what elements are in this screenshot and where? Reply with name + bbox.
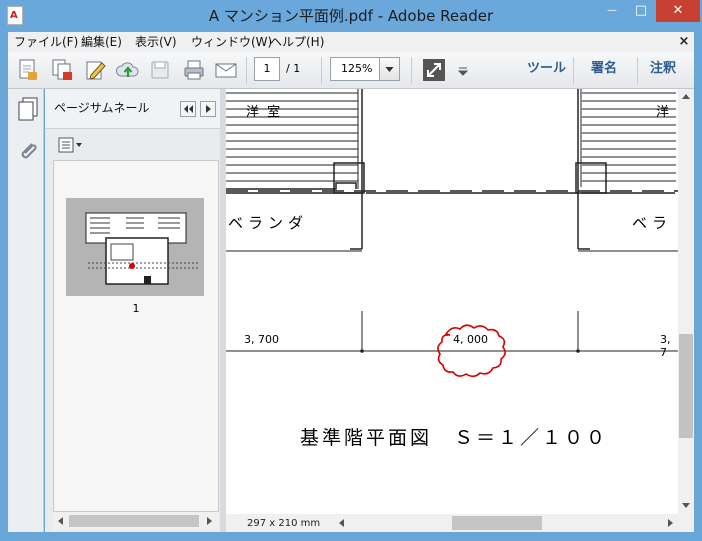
- horizontal-scrollbar-thumb[interactable]: [452, 516, 542, 530]
- floor-plan-drawing: [226, 89, 678, 378]
- combine-icon[interactable]: [50, 58, 74, 82]
- menu-edit[interactable]: 編集(E): [81, 32, 122, 52]
- tools-button[interactable]: ツール: [527, 59, 566, 79]
- balcony-label-right: ベラ: [632, 214, 673, 232]
- scroll-down-icon[interactable]: [680, 499, 692, 511]
- plan-title: 基準階平面図 Ｓ＝１／１００: [300, 427, 609, 449]
- chevron-down-icon: [385, 67, 394, 72]
- close-button[interactable]: ✕: [656, 0, 700, 22]
- menu-window[interactable]: ウィンドウ(W): [191, 32, 272, 52]
- document-view[interactable]: 洋 室 洋 ベランダ ベラ 3, 700 4, 000 3, 7 基準階平面図 …: [226, 89, 678, 514]
- minimize-button[interactable]: —: [597, 0, 627, 22]
- zoom-dropdown-button[interactable]: [379, 57, 400, 81]
- scroll-right-icon[interactable]: [664, 517, 676, 529]
- save-icon[interactable]: [148, 58, 172, 82]
- maximize-button[interactable]: □: [627, 0, 655, 22]
- panel-expand-icon[interactable]: [200, 101, 216, 117]
- maximize-icon: □: [634, 3, 648, 18]
- minimize-icon: —: [607, 5, 617, 16]
- scroll-left-icon[interactable]: [336, 517, 348, 529]
- room-label-left: 洋 室: [246, 105, 283, 120]
- menu-bar: ファイル(F) 編集(E) 表示(V) ウィンドウ(W) ヘルプ(H) ×: [8, 32, 694, 52]
- create-pdf-icon[interactable]: [16, 58, 40, 82]
- dimension-left: 3, 700: [244, 333, 279, 346]
- menu-view[interactable]: 表示(V): [135, 32, 177, 52]
- dimension-right: 3, 7: [660, 333, 671, 359]
- panel-title: ページサムネール: [54, 101, 150, 115]
- thumbnail-label: 1: [132, 302, 140, 315]
- thumbnail-scrollbar[interactable]: [53, 512, 219, 530]
- attachments-icon[interactable]: [16, 140, 40, 166]
- scroll-left-icon[interactable]: [55, 515, 67, 527]
- fit-page-icon[interactable]: [422, 58, 446, 82]
- email-icon[interactable]: [214, 58, 238, 82]
- toolbar-separator: [411, 57, 412, 84]
- dimension-center: 4, 000: [453, 333, 488, 346]
- edit-icon[interactable]: [84, 58, 108, 82]
- toolbar: 1 / 1 125% ツール 署名 注釈: [8, 52, 694, 89]
- menu-help[interactable]: ヘルプ(H): [270, 32, 324, 52]
- page-total: / 1: [286, 62, 301, 75]
- panel-collapse-icon[interactable]: [180, 101, 196, 117]
- scroll-right-icon[interactable]: [203, 515, 215, 527]
- page-number-input[interactable]: 1: [254, 57, 280, 81]
- thumbnail-image: [85, 212, 198, 285]
- page-thumbnails-icon[interactable]: [16, 96, 40, 122]
- page-thumbnail[interactable]: [66, 198, 204, 296]
- toolbar-separator: [321, 57, 322, 84]
- print-icon[interactable]: [182, 58, 206, 82]
- toolbar-separator: [637, 57, 638, 84]
- menu-file[interactable]: ファイル(F): [14, 32, 78, 52]
- options-menu-icon[interactable]: [58, 137, 84, 153]
- vertical-scrollbar[interactable]: [678, 89, 694, 514]
- upload-icon[interactable]: [116, 58, 140, 82]
- more-tools-icon[interactable]: [456, 58, 470, 82]
- toolbar-separator: [246, 57, 247, 84]
- toolbar-separator: [573, 57, 574, 84]
- balcony-label-left: ベランダ: [228, 214, 309, 232]
- room-label-right: 洋: [656, 105, 670, 120]
- scroll-up-icon[interactable]: [680, 91, 692, 103]
- vertical-scrollbar-thumb[interactable]: [679, 334, 693, 438]
- scrollbar-thumb[interactable]: [69, 515, 199, 527]
- window-frame-bottom: [0, 532, 702, 541]
- close-icon: ✕: [672, 3, 684, 18]
- sign-button[interactable]: 署名: [591, 59, 617, 79]
- close-document-button[interactable]: ×: [676, 32, 692, 52]
- page-size-readout: 297 x 210 mm: [247, 518, 321, 529]
- comment-button[interactable]: 注釈: [650, 59, 676, 79]
